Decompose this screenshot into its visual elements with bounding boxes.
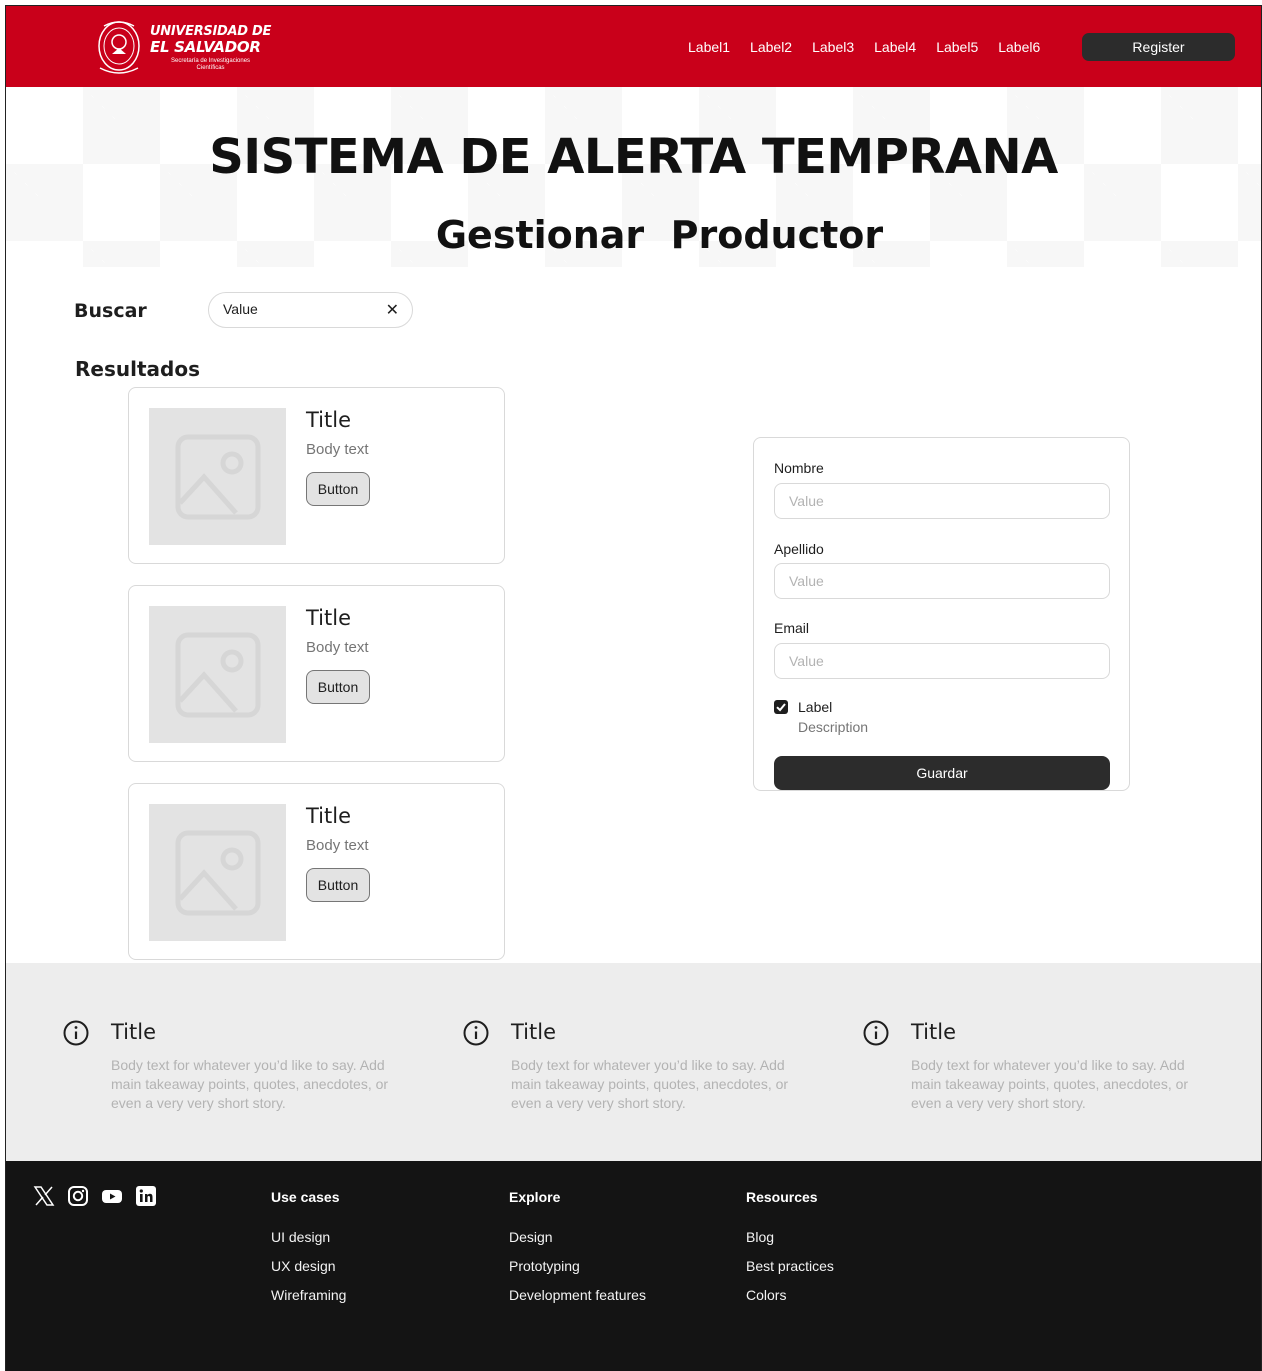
footer-link[interactable]: Development features xyxy=(509,1287,646,1304)
nav-label1[interactable]: Label1 xyxy=(688,39,730,55)
youtube-icon[interactable] xyxy=(101,1185,123,1207)
footer-column-explore: Explore Design Prototyping Development f… xyxy=(509,1189,646,1316)
footer-link[interactable]: UX design xyxy=(271,1258,346,1275)
feature-title: Title xyxy=(511,1020,557,1044)
hero: SISTEMA DE ALERTA TEMPRANA Gestionar Pro… xyxy=(6,87,1261,267)
card-button[interactable]: Button xyxy=(306,670,370,704)
register-button[interactable]: Register xyxy=(1082,33,1235,61)
card-body: Body text xyxy=(306,441,369,458)
header: UNIVERSIDAD DE EL SALVADOR Secretaría de… xyxy=(6,6,1261,87)
feature-body: Body text for whatever you’d like to say… xyxy=(911,1057,1189,1111)
logo-line-3: Secretaría de Investigaciones xyxy=(171,57,251,64)
footer-column-heading: Explore xyxy=(509,1189,561,1205)
card-button[interactable]: Button xyxy=(306,472,370,506)
feature-body: Body text for whatever you’d like to say… xyxy=(511,1057,789,1111)
instagram-icon[interactable] xyxy=(67,1185,89,1207)
nav-label3[interactable]: Label3 xyxy=(812,39,854,55)
label-checkbox[interactable] xyxy=(774,700,788,714)
producer-form: Nombre Apellido Email Label Description … xyxy=(753,437,1130,791)
main-nav: Label1 Label2 Label3 Label4 Label5 Label… xyxy=(688,39,1040,55)
info-icon xyxy=(63,1020,89,1046)
card-body: Body text xyxy=(306,639,369,656)
page-subtitle: Gestionar Productor xyxy=(435,213,884,257)
search-field: ✕ xyxy=(208,292,413,328)
footer-link[interactable]: Design xyxy=(509,1229,646,1246)
card-title: Title xyxy=(306,606,352,630)
footer-column-resources: Resources Blog Best practices Colors xyxy=(746,1189,834,1316)
nav-label2[interactable]: Label2 xyxy=(750,39,792,55)
social-links xyxy=(33,1185,157,1207)
university-seal-icon xyxy=(98,21,140,74)
footer-column-use-cases: Use cases UI design UX design Wireframin… xyxy=(271,1189,346,1316)
card-title: Title xyxy=(306,408,352,432)
apellido-field[interactable] xyxy=(774,563,1110,599)
search-label: Buscar xyxy=(74,300,147,322)
result-card: Title Body text Button xyxy=(128,783,505,960)
email-label: Email xyxy=(774,620,810,636)
footer-link[interactable]: Blog xyxy=(746,1229,834,1246)
x-icon[interactable] xyxy=(33,1185,55,1207)
nombre-label: Nombre xyxy=(774,460,824,476)
image-placeholder-icon xyxy=(149,606,286,743)
footer-link[interactable]: Best practices xyxy=(746,1258,834,1275)
nav-label5[interactable]: Label5 xyxy=(936,39,978,55)
footer-link[interactable]: Wireframing xyxy=(271,1287,346,1304)
search-input[interactable] xyxy=(223,301,373,317)
checkbox-label: Label xyxy=(798,699,833,715)
footer-link[interactable]: Prototyping xyxy=(509,1258,646,1275)
feature-title: Title xyxy=(911,1020,957,1044)
footer: Use cases UI design UX design Wireframin… xyxy=(6,1161,1261,1371)
page-title: SISTEMA DE ALERTA TEMPRANA xyxy=(209,129,1058,185)
footer-link[interactable]: Colors xyxy=(746,1287,834,1304)
logo-line-1: UNIVERSIDAD DE xyxy=(150,23,272,39)
apellido-label: Apellido xyxy=(774,541,824,557)
linkedin-icon[interactable] xyxy=(135,1185,157,1207)
results-heading: Resultados xyxy=(75,357,200,381)
result-card: Title Body text Button xyxy=(128,585,505,762)
email-field[interactable] xyxy=(774,643,1110,679)
info-icon xyxy=(863,1020,889,1046)
save-button[interactable]: Guardar xyxy=(774,756,1110,790)
close-icon[interactable]: ✕ xyxy=(386,300,399,320)
image-placeholder-icon xyxy=(149,408,286,545)
checkbox-description: Description xyxy=(798,719,869,735)
footer-column-heading: Use cases xyxy=(271,1189,340,1205)
card-title: Title xyxy=(306,804,352,828)
nav-label6[interactable]: Label6 xyxy=(998,39,1040,55)
result-card: Title Body text Button xyxy=(128,387,505,564)
page: UNIVERSIDAD DE EL SALVADOR Secretaría de… xyxy=(5,5,1262,1371)
info-icon xyxy=(463,1020,489,1046)
features-section: Title Body text for whatever you’d like … xyxy=(6,963,1261,1161)
footer-link[interactable]: UI design xyxy=(271,1229,346,1246)
nav-label4[interactable]: Label4 xyxy=(874,39,916,55)
feature-title: Title xyxy=(111,1020,157,1044)
image-placeholder-icon xyxy=(149,804,286,941)
checkmark-icon xyxy=(776,703,786,712)
nombre-field[interactable] xyxy=(774,483,1110,519)
card-button[interactable]: Button xyxy=(306,868,370,902)
card-body: Body text xyxy=(306,837,369,854)
logo-line-2: EL SALVADOR xyxy=(150,37,261,56)
footer-column-heading: Resources xyxy=(746,1189,818,1205)
logo-line-4: Científicas xyxy=(196,64,225,71)
university-logo[interactable]: UNIVERSIDAD DE EL SALVADOR Secretaría de… xyxy=(94,18,271,78)
feature-body: Body text for whatever you’d like to say… xyxy=(111,1057,389,1111)
